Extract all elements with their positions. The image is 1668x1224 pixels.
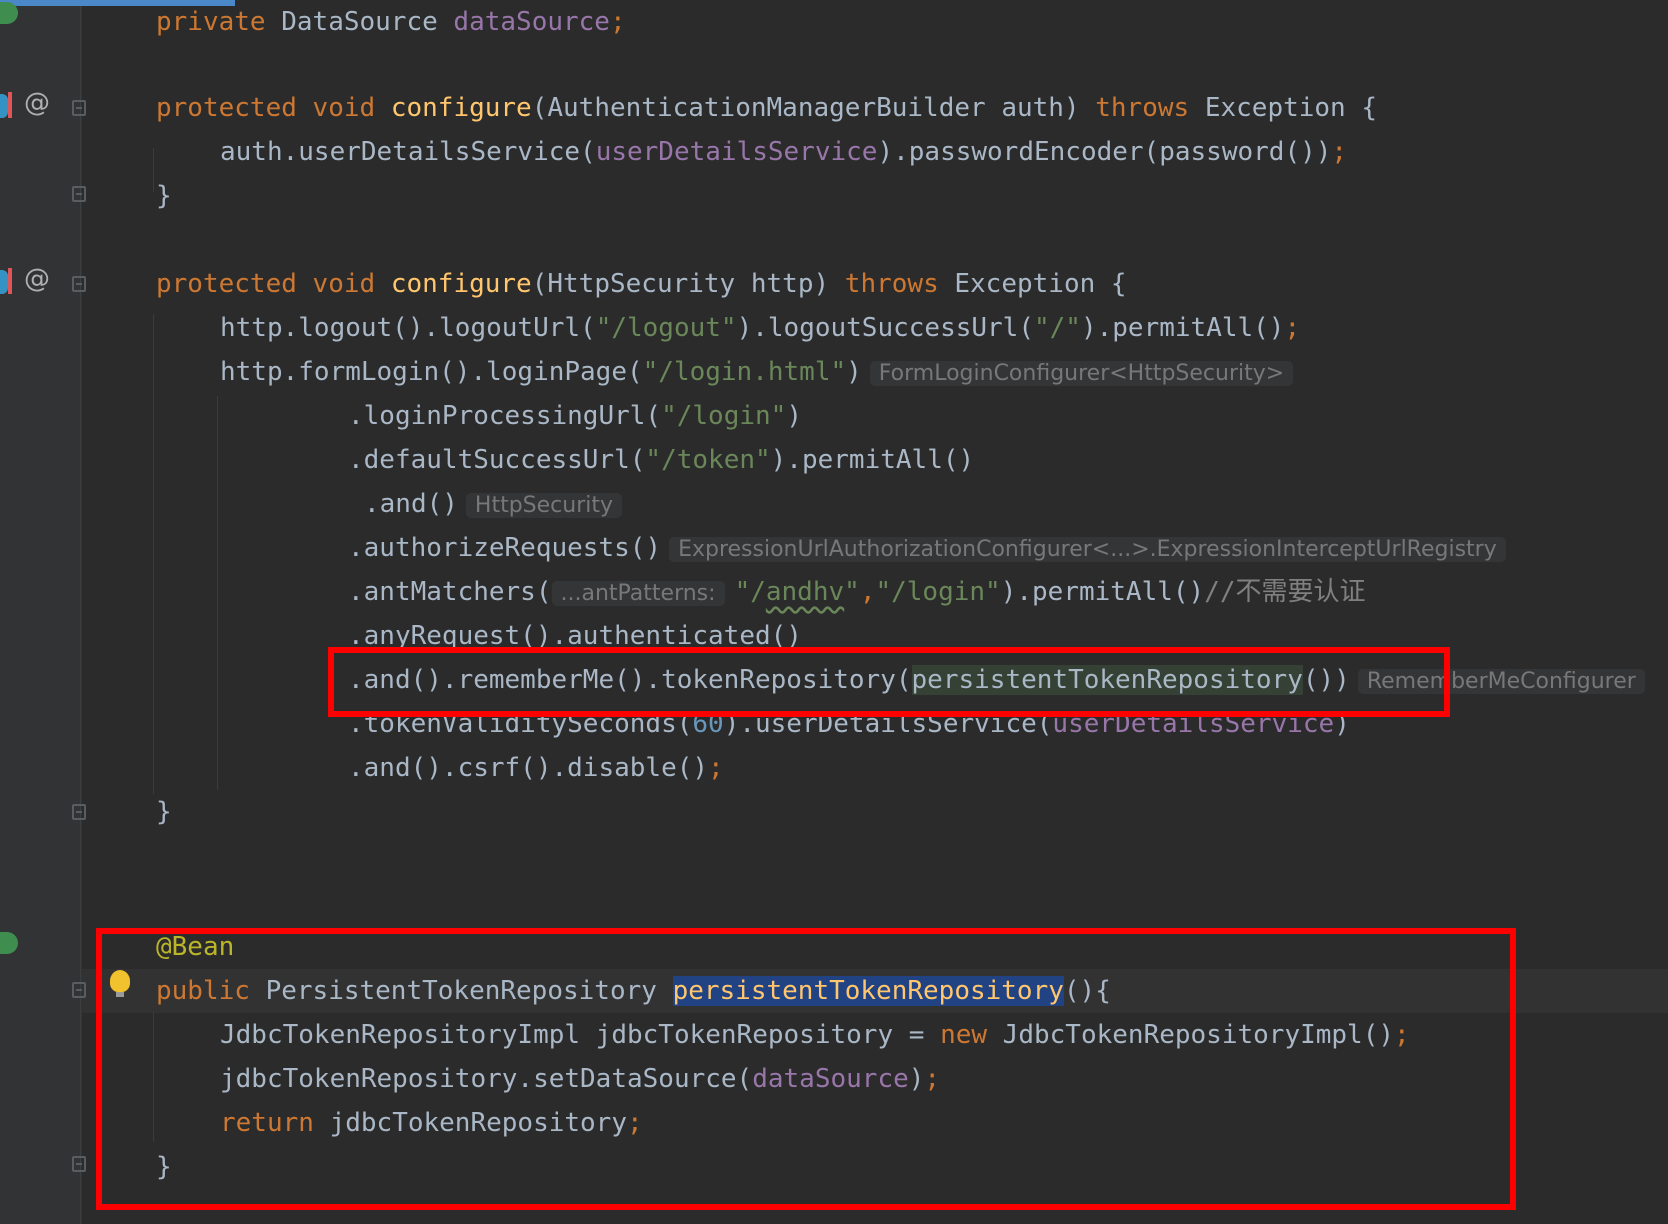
gutter-separator xyxy=(80,0,81,1224)
token-string: " xyxy=(844,577,860,607)
fold-icon[interactable] xyxy=(72,186,86,202)
token-text: .defaultSuccessUrl( xyxy=(348,445,646,475)
token-text: ) xyxy=(846,357,862,387)
code-line-close-brace[interactable]: } xyxy=(156,790,172,834)
fold-icon[interactable] xyxy=(72,804,86,820)
code-line-formlogin[interactable]: http.formLogin().loginPage("/login.html"… xyxy=(220,350,1294,394)
highlight-box-bean xyxy=(96,928,1516,1210)
token-semicolon: ; xyxy=(609,7,626,37)
type-hint: ExpressionUrlAuthorizationConfigurer<...… xyxy=(669,537,1506,562)
code-line-success-url[interactable]: .defaultSuccessUrl("/token").permitAll() xyxy=(348,438,974,482)
token-string-typo: andhv xyxy=(765,577,845,607)
indent-guide xyxy=(153,314,154,794)
fold-icon[interactable] xyxy=(72,276,86,292)
type-hint: HttpSecurity xyxy=(465,493,623,518)
token-keyword: throws xyxy=(844,269,939,299)
code-line-close-brace[interactable]: } xyxy=(156,174,172,218)
token-text: ) xyxy=(786,401,802,431)
token-comma: , xyxy=(859,577,876,607)
code-line-configure-http[interactable]: protected void configure(HttpSecurity ht… xyxy=(156,262,1127,306)
override-icon[interactable] xyxy=(0,270,8,294)
token-semicolon: ; xyxy=(1331,137,1348,167)
token-string: "/login" xyxy=(661,401,787,431)
indent-guide xyxy=(153,148,154,192)
code-line-antmatchers[interactable]: .antMatchers(...antPatterns: "/andhv","/l… xyxy=(348,570,1366,614)
token-field: userDetailsService xyxy=(595,137,878,167)
indent-guide xyxy=(217,396,218,790)
token-type: DataSource xyxy=(265,7,454,37)
type-hint: FormLoginConfigurer<HttpSecurity> xyxy=(869,361,1294,386)
annotation-at-icon[interactable]: @ xyxy=(24,88,50,118)
token-text: http.logout().logoutUrl( xyxy=(220,313,596,343)
parameter-hint: ...antPatterns: xyxy=(551,581,725,606)
token-text: ).permitAll() xyxy=(1000,577,1205,607)
code-line-field[interactable]: private DataSource dataSource; xyxy=(156,0,626,44)
token-text: .and().csrf().disable() xyxy=(348,753,709,783)
token-text: ).passwordEncoder(password()) xyxy=(877,137,1332,167)
token-semicolon: ; xyxy=(1284,313,1301,343)
token-keyword: private xyxy=(156,7,266,37)
token-method: configure xyxy=(390,269,532,299)
highlight-box-rememberme xyxy=(328,647,1450,717)
token-text: Exception { xyxy=(938,269,1127,299)
annotation-at-icon[interactable]: @ xyxy=(24,264,50,294)
token-semicolon: ; xyxy=(708,753,724,783)
token-text: http.formLogin().loginPage( xyxy=(220,357,643,387)
override-arrow-icon[interactable] xyxy=(8,92,12,118)
token-comment: //不需要认证 xyxy=(1204,577,1366,607)
token-field: dataSource xyxy=(453,7,610,37)
token-text: Exception { xyxy=(1189,93,1378,123)
token-text: .and() xyxy=(364,489,458,519)
fold-icon[interactable] xyxy=(72,982,86,998)
token-string: "/login" xyxy=(875,577,1001,607)
token-string: "/login.html" xyxy=(642,357,847,387)
code-line-logout[interactable]: http.logout().logoutUrl("/logout").logou… xyxy=(220,306,1300,350)
code-line-processing-url[interactable]: .loginProcessingUrl("/login") xyxy=(348,394,802,438)
token-text: ).permitAll() xyxy=(770,445,975,475)
fold-icon[interactable] xyxy=(72,100,86,116)
token-keyword: void xyxy=(312,269,376,299)
token-keyword: protected xyxy=(156,269,297,299)
code-line-csrf[interactable]: .and().csrf().disable(); xyxy=(348,746,724,790)
token-text: ).logoutSuccessUrl( xyxy=(736,313,1034,343)
token-params: (AuthenticationManagerBuilder auth) xyxy=(531,93,1096,123)
token-method: configure xyxy=(390,93,532,123)
token-params: (HttpSecurity http) xyxy=(531,269,845,299)
token-text: .antMatchers( xyxy=(348,577,552,607)
code-line-and[interactable]: .and() HttpSecurity xyxy=(364,482,623,526)
override-icon[interactable] xyxy=(0,94,8,118)
token-string: "/token" xyxy=(645,445,771,475)
token-text: ).permitAll() xyxy=(1080,313,1285,343)
token-string: "/logout" xyxy=(595,313,737,343)
code-line-authorize[interactable]: .authorizeRequests() ExpressionUrlAuthori… xyxy=(348,526,1506,570)
token-string: "/ xyxy=(734,577,766,607)
token-keyword: protected xyxy=(156,93,297,123)
code-line-auth-body[interactable]: auth.userDetailsService(userDetailsServi… xyxy=(220,130,1347,174)
fold-icon[interactable] xyxy=(72,1156,86,1172)
token-keyword: throws xyxy=(1095,93,1190,123)
token-keyword: void xyxy=(312,93,376,123)
editor-gutter xyxy=(0,0,82,1224)
code-line-configure-auth[interactable]: protected void configure(AuthenticationM… xyxy=(156,86,1377,130)
token-text: .loginProcessingUrl( xyxy=(348,401,662,431)
override-arrow-icon[interactable] xyxy=(8,268,12,294)
token-text: .authorizeRequests() xyxy=(348,533,662,563)
token-string: "/" xyxy=(1034,313,1081,343)
token-text: auth.userDetailsService( xyxy=(220,137,596,167)
